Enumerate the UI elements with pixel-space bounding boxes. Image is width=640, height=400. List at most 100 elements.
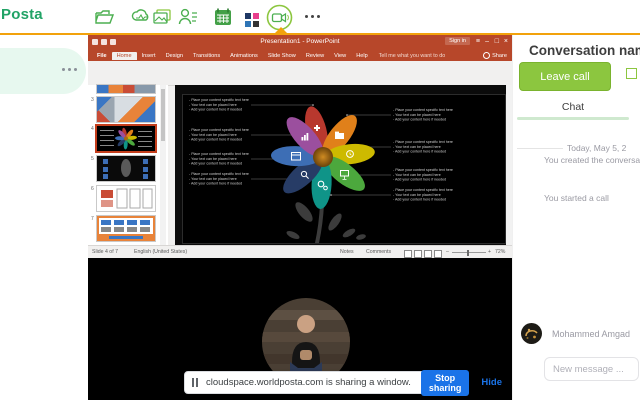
tab-home: Home <box>111 51 137 60</box>
slide-thumb-5[interactable] <box>97 156 155 181</box>
zoom-out-button[interactable]: – <box>446 249 449 255</box>
slide-bullet-line: - Your text can be placed here <box>393 173 441 177</box>
slide-thumbnail-panel: 3 4 5 6 7 <box>88 85 168 245</box>
hide-link[interactable]: Hide <box>481 377 502 388</box>
slide-bullet-line: - Add your content here if needed <box>189 182 242 186</box>
slide-bullet-line: - Add your content here if needed <box>393 150 446 154</box>
thumb-number: 7 <box>91 216 94 222</box>
notes-button[interactable]: Notes <box>340 249 354 255</box>
slide-bullet-line: - Add your content here if needed <box>189 138 242 142</box>
stop-sharing-button[interactable]: Stop sharing <box>420 369 470 396</box>
side-checkbox[interactable] <box>626 68 637 79</box>
zoom-knob[interactable] <box>467 249 469 256</box>
slide-bullet-line: - Place your content specific text here <box>393 188 453 192</box>
slide-bullet-line: - Your text can be placed here <box>393 145 441 149</box>
ppt-status-bar: Slide 4 of 7 English (United States) Not… <box>88 245 512 258</box>
slide-thumb-6[interactable] <box>97 186 155 211</box>
sorter-view-icon[interactable] <box>414 250 422 258</box>
ppt-share-button: Share <box>483 52 507 59</box>
slide-thumb-3[interactable] <box>97 97 155 122</box>
slideshow-view-icon[interactable] <box>434 250 442 258</box>
tab-transitions: Transitions <box>192 52 221 59</box>
active-call-caret <box>274 27 288 34</box>
slide-bullet-line: - Place your content specific text here <box>189 172 249 176</box>
restore-icon: □ <box>494 38 499 45</box>
date-divider-text: Today, May 5, 2 <box>567 143 627 153</box>
chat-tab-underline <box>517 117 629 120</box>
slide-bullet-line: - Your text can be placed here <box>189 103 237 107</box>
share-bar-text: cloudspace.worldposta.com is sharing a w… <box>206 377 411 388</box>
reading-view-icon[interactable] <box>424 250 432 258</box>
close-icon: × <box>503 38 508 45</box>
cloud-sync-icon[interactable] <box>131 7 151 27</box>
thumb-number: 4 <box>91 126 94 132</box>
ppt-ribbon: Layout Reset Section <box>88 61 512 110</box>
app-screen: Posta Presentation1 - PowerPoint Sign in… <box>0 0 640 400</box>
conversation-sidebar: Conversation name Leave call Chat Today,… <box>512 35 640 400</box>
ribbon-options-icon: ≡ <box>475 38 480 45</box>
brand-logo: Posta <box>1 6 43 23</box>
more-icon[interactable] <box>305 15 320 18</box>
ellipsis-icon[interactable] <box>62 68 77 71</box>
slide-bullet-line: - Add your content here if needed <box>393 118 446 122</box>
tab-review: Review <box>305 52 325 59</box>
tab-design: Design <box>165 52 183 59</box>
slide-bullet-line: - Place your content specific text here <box>189 98 249 102</box>
ppt-sign-in: Sign in <box>445 37 470 45</box>
slide-bullet-line: - Place your content specific text here <box>189 128 249 132</box>
photos-icon[interactable] <box>152 7 172 27</box>
slide-bullet-line: - Your text can be placed here <box>393 113 441 117</box>
thumb-number: 5 <box>91 156 94 162</box>
slide-bullet-line: - Your text can be placed here <box>393 193 441 197</box>
normal-view-icon[interactable] <box>404 250 412 258</box>
zoom-in-button[interactable]: + <box>488 249 491 255</box>
current-slide: - Place your content specific text here -… <box>183 95 505 243</box>
folder-icon[interactable] <box>94 7 114 27</box>
collapsed-controls-pill[interactable] <box>0 48 86 94</box>
ppt-title-bar: Presentation1 - PowerPoint Sign in ≡ – □… <box>88 35 512 50</box>
language-indicator[interactable]: English (United States) <box>134 249 187 255</box>
leave-call-button[interactable]: Leave call <box>519 62 611 91</box>
slide-bullet-line: - Place your content specific text here <box>189 152 249 156</box>
tab-view: View <box>334 52 347 59</box>
tab-help: Help <box>356 52 368 59</box>
pause-icon <box>192 378 198 387</box>
slide-bullet-line: - Add your content here if needed <box>189 162 242 166</box>
minimize-icon: – <box>485 38 489 45</box>
powerpoint-window: Presentation1 - PowerPoint Sign in ≡ – □… <box>88 35 512 258</box>
contact-name: Mohammed Amgad <box>552 328 631 339</box>
slide-bullet-line: - Your text can be placed here <box>189 133 237 137</box>
contacts-icon[interactable] <box>178 7 198 27</box>
calendar-icon[interactable] <box>213 7 233 27</box>
slide-bullet-line: - Place your content specific text here <box>393 168 453 172</box>
event-conversation-created: You created the conversation <box>544 155 640 165</box>
tab-animations: Animations <box>230 52 258 59</box>
slide-thumb-7[interactable] <box>97 216 155 241</box>
top-bar: Posta <box>0 0 640 33</box>
tab-file: File <box>97 52 107 59</box>
slide-indicator: Slide 4 of 7 <box>92 249 118 255</box>
flower-center <box>313 147 333 167</box>
thumbnail-scrollbar[interactable] <box>160 85 166 245</box>
tab-chat[interactable]: Chat <box>513 101 633 113</box>
slide-bullet-line: - Place your content specific text here <box>393 108 453 112</box>
tab-slideshow: Slide Show <box>267 52 296 59</box>
slide-bullet-line: - Your text can be placed here <box>189 177 237 181</box>
zoom-slider[interactable] <box>452 252 486 253</box>
comments-button[interactable]: Comments <box>366 249 391 255</box>
slide-bullet-line: - Your text can be placed here <box>189 157 237 161</box>
contact-avatar <box>521 323 542 344</box>
divider-line <box>517 147 563 149</box>
tell-me-box: Tell me what you want to do <box>378 52 446 59</box>
apps-grid-icon[interactable] <box>245 10 259 30</box>
screen-share-bar: cloudspace.worldposta.com is sharing a w… <box>184 369 502 396</box>
date-divider: Today, May 5, 2 <box>517 143 640 153</box>
slide-thumb-4-selected[interactable] <box>97 126 155 151</box>
thumb-number: 3 <box>91 97 94 103</box>
contact-row[interactable]: Mohammed Amgad <box>521 323 630 344</box>
new-message-input[interactable] <box>544 357 639 381</box>
slide-bullet-line: - Add your content here if needed <box>189 108 242 112</box>
slide-thumb-2[interactable] <box>97 85 155 93</box>
slide-bullet-line: - Add your content here if needed <box>393 198 446 202</box>
zoom-level[interactable]: 72% <box>495 249 505 255</box>
